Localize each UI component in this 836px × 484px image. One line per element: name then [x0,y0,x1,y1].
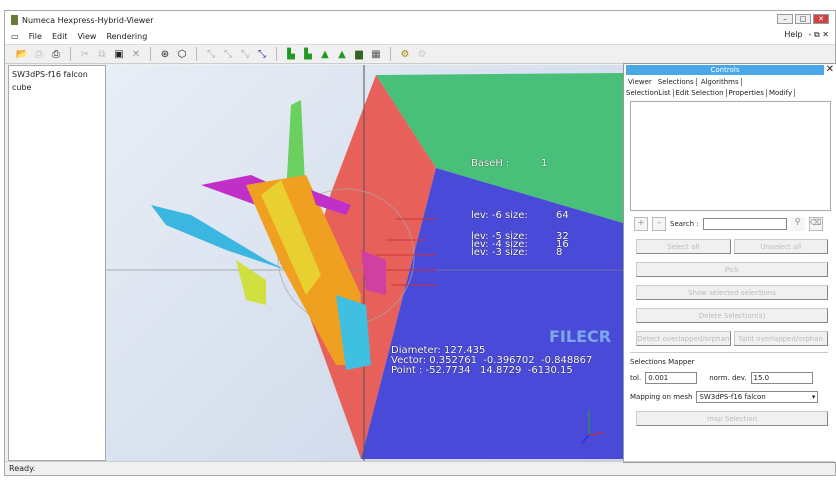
axis-y-icon[interactable]: ⤡ [221,47,235,61]
baseh-label: BaseH : [471,158,510,169]
menu-icon: ▭ [11,32,19,41]
menu-rendering[interactable]: Rendering [106,32,147,41]
menu-file[interactable]: File [29,32,42,41]
menu-help[interactable]: Help [784,30,802,40]
delete-icon[interactable]: ✕ [129,47,143,61]
norm-dev-label: norm. dev. [709,374,747,382]
select-all-button[interactable]: Select all [636,239,731,254]
close-button[interactable]: ✕ [813,14,829,24]
cut-icon[interactable]: ✂ [78,47,92,61]
axis-x-icon[interactable]: ⤡ [204,47,218,61]
print-disabled-icon[interactable]: ⎙ [32,47,46,61]
settings-icon[interactable]: ⚙ [398,47,412,61]
window-title: Numeca Hexpress-Hybrid-Viewer [22,15,154,25]
add-icon[interactable]: + [634,217,648,231]
axis-iso-icon[interactable]: ⤡ [255,47,269,61]
map-selection-button[interactable]: map Selection [636,411,828,426]
controls-panel: Controls ✕ Viewer Selections Algorithms … [623,63,836,463]
mesh5-icon[interactable]: ▆ [352,47,366,61]
object-tree: SW3dPS-f16 falcon cube [8,65,106,461]
mesh-select-value: SW3dPS-f16 falcon [699,393,766,401]
help-icon[interactable]: ⚙ [415,47,429,61]
close-icon[interactable]: ✕ [826,64,834,75]
mesh3-icon[interactable]: ▲ [318,47,332,61]
print-icon[interactable]: ⎙ [49,47,63,61]
tab-edit-selection[interactable]: Edit Selection [676,89,727,97]
menu-bar: ▭ File Edit View Rendering [5,29,835,44]
toolbar: 📂 ⎙ ⎙ ✂ ⧉ ▣ ✕ ⊛ ⬡ ⤡ ⤡ ⤡ ⤡ ▙ ▙ ▲ ▲ ▆ ▦ ⚙ … [5,44,835,64]
app-window: Numeca Hexpress-Hybrid-Viewer – □ ✕ ▭ File… [4,10,836,476]
tol-label: tol. [630,374,642,382]
tree-item-falcon[interactable]: SW3dPS-f16 falcon [12,68,102,81]
status-bar: Ready. [5,461,835,475]
chevron-down-icon: ▾ [811,393,816,401]
open-icon[interactable]: 📂 [15,47,29,61]
level-label: lev: -6 size: [471,210,528,221]
mesh-label: Mapping on mesh [630,393,693,401]
tab-modify[interactable]: Modify [769,89,796,97]
clear-search-icon[interactable]: ⌫ [808,217,823,231]
paste-icon[interactable]: ▣ [112,47,126,61]
tol-input[interactable]: 0.001 [645,372,698,384]
selections-mapper: Selections Mapper tol. 0.001 norm. dev. … [630,352,828,403]
mesh4-icon[interactable]: ▲ [335,47,349,61]
split-overlapped-button[interactable]: Split overlapped/orphan [733,331,828,346]
mesh6-icon[interactable]: ▦ [369,47,383,61]
detect-overlapped-button[interactable]: Detect overlapped/orphan [636,331,731,346]
unselect-all-button[interactable]: Unselect all [733,239,828,254]
mapper-title: Selections Mapper [630,358,695,366]
menu-view[interactable]: View [77,32,96,41]
mesh1-icon[interactable]: ▙ [284,47,298,61]
norm-dev-input[interactable]: 15.0 [750,372,813,384]
mdi-controls[interactable]: - ⧉ ✕ [809,30,829,40]
level-label: lev: -3 size: [471,247,528,258]
tab-algorithms[interactable]: Algorithms [701,78,742,86]
level-value: 64 [556,210,569,221]
tree-item-cube[interactable]: cube [12,81,102,94]
title-bar: Numeca Hexpress-Hybrid-Viewer – □ ✕ [5,11,835,29]
pick-button[interactable]: Pick [636,262,828,277]
watermark: FILECR [549,327,612,346]
tab-viewer[interactable]: Viewer [628,78,654,86]
baseh-value: 1 [541,158,548,169]
delete-selection-button[interactable]: Delete Selection(s) [636,308,828,323]
minimize-button[interactable]: – [777,14,793,24]
copy-icon[interactable]: ⧉ [95,47,109,61]
3d-viewport[interactable]: BaseH : 1 lev: -6 size: 64 lev: -5 size:… [106,65,623,461]
binoculars-icon[interactable]: ⚲ [790,217,805,231]
search-label: Search : [670,220,699,228]
level-value: 8 [556,247,563,258]
maximize-button[interactable]: □ [795,14,811,24]
controls-title: Controls [626,65,824,75]
axis-z-icon[interactable]: ⤡ [238,47,252,61]
tab-selection-list[interactable]: SelectionList [626,89,674,97]
app-icon [11,15,18,25]
cube-icon[interactable]: ⬡ [175,47,189,61]
show-selected-button[interactable]: Show selected selections [636,285,828,300]
tab-selections[interactable]: Selections [658,78,697,86]
tab-properties[interactable]: Properties [729,89,767,97]
point-readout: Point : -52.7734 14.8729 -6130.15 [391,365,573,376]
search-input[interactable] [702,218,787,230]
scene [106,65,623,461]
menu-edit[interactable]: Edit [52,32,68,41]
render-icon[interactable]: ⊛ [158,47,172,61]
mesh-select[interactable]: SW3dPS-f16 falcon ▾ [696,391,819,403]
remove-icon[interactable]: – [652,217,666,231]
mesh2-icon[interactable]: ▙ [301,47,315,61]
selection-list[interactable] [630,101,831,211]
